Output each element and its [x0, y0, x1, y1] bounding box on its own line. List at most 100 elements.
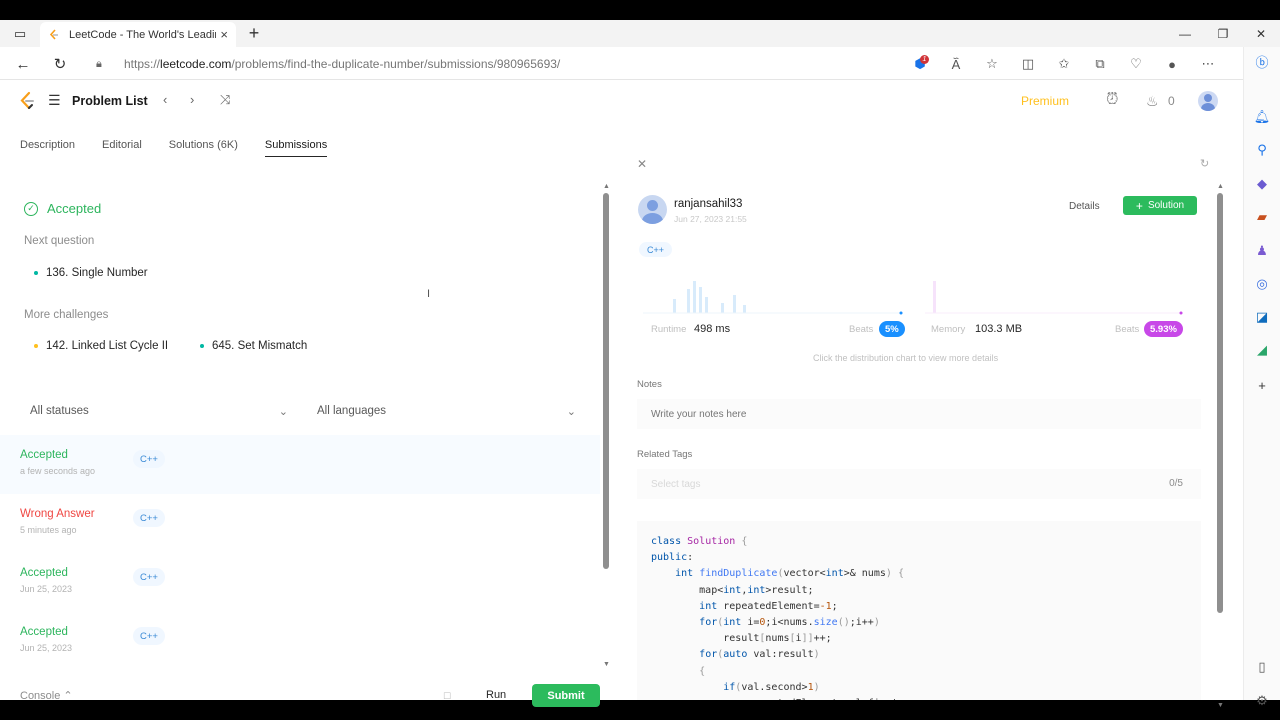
tools-icon[interactable]: ▰ [1252, 207, 1272, 227]
refresh-icon[interactable]: ↻ [49, 53, 71, 75]
memory-beats-badge: 5.93% [1144, 321, 1183, 337]
memory-value: 103.3 MB [975, 323, 1023, 335]
window-controls: — ❐ ✕ [1166, 20, 1280, 47]
details-link[interactable]: Details [1069, 201, 1100, 212]
difficulty-dot [200, 344, 204, 348]
premium-link[interactable]: Premium [1021, 94, 1069, 108]
result-status-label: Accepted [47, 201, 102, 216]
tab-editorial[interactable]: Editorial [102, 121, 142, 157]
submission-time: Jun 25, 2023 [20, 584, 73, 594]
settings-icon[interactable]: ⚙ [1252, 691, 1272, 711]
submission-row[interactable]: Wrong Answer 5 minutes ago C++ [0, 494, 600, 553]
challenge-link[interactable]: 142. Linked List Cycle II [34, 340, 168, 352]
memory-beats-label: Beats [1115, 324, 1140, 335]
random-problem-icon[interactable]: ⤨ [220, 92, 230, 108]
solution-button[interactable]: + Solution [1123, 196, 1197, 215]
url-field[interactable]: 🔒︎ https://leetcode.com/problems/find-th… [96, 52, 886, 76]
lock-icon[interactable]: 🔒︎ [96, 58, 110, 71]
new-tab-icon[interactable]: + [244, 23, 264, 43]
status-filter[interactable]: All statuses ⌄ [30, 401, 288, 421]
next-question-link[interactable]: 136. Single Number [34, 267, 148, 279]
submit-button[interactable]: Submit [532, 684, 600, 707]
profile-icon[interactable]: ● [1154, 53, 1190, 75]
scroll-down-icon[interactable]: ▼ [603, 661, 610, 668]
restore-icon[interactable]: ❐ [1204, 20, 1242, 47]
drop-icon[interactable]: ◢ [1252, 340, 1272, 360]
screen: ▭ LeetCode - The World's Leading × + — ❐… [0, 0, 1280, 720]
back-icon[interactable]: ← [12, 53, 34, 75]
related-tags-label: Related Tags [637, 449, 693, 460]
edge-sidebar: ⓑ 🔔︎ ⚲ ◆ ▰ ♟ ◎ ◪ ◢ + ▯ ⚙ [1243, 47, 1280, 708]
problem-list-menu-icon[interactable]: ☰ [48, 92, 61, 109]
lc-header: ☰ Problem List ‹ › ⤨ Premium ⏰︎ ♨ 0 [0, 81, 1243, 121]
split-screen-icon[interactable]: ◫ [1010, 53, 1046, 75]
tab-solutions[interactable]: Solutions (6K) [169, 121, 238, 157]
close-window-icon[interactable]: ✕ [1242, 20, 1280, 47]
notes-input[interactable] [637, 399, 1201, 429]
submission-row[interactable]: Accepted Jun 25, 2023 C++ [0, 612, 600, 671]
challenge-link[interactable]: 645. Set Mismatch [200, 340, 307, 352]
copilot-icon[interactable]: ⓑ [1252, 51, 1272, 71]
next-question-title: 136. Single Number [46, 267, 148, 279]
submission-row[interactable]: Accepted a few seconds ago C++ [0, 435, 600, 494]
submission-status: Wrong Answer [20, 508, 95, 520]
refresh-panel-icon[interactable]: ↻ [1200, 157, 1209, 170]
games-icon[interactable]: ♟ [1252, 241, 1272, 261]
runtime-dist-bar [705, 297, 708, 313]
browser-toolbar: ⬢ 1 A᷈ ☆ ◫ ✩ ⧉ ♡ ● ⋯ [902, 53, 1226, 75]
microsoft365-icon[interactable]: ◎ [1252, 274, 1272, 294]
scroll-up-icon[interactable]: ▲ [603, 183, 610, 190]
chevron-down-icon: ⌄ [566, 405, 576, 418]
tab-close-icon[interactable]: × [220, 27, 228, 42]
more-challenges-label: More challenges [24, 309, 109, 321]
more-menu-icon[interactable]: ⋯ [1190, 53, 1226, 75]
browser-essentials-icon[interactable]: ♡ [1118, 53, 1154, 75]
leetcode-logo-icon[interactable] [18, 91, 36, 111]
cloud-save-icon[interactable]: ☐ [443, 691, 451, 702]
chart-hint: Click the distribution chart to view mor… [813, 353, 999, 363]
submitter-avatar[interactable] [638, 195, 667, 224]
sidebar-toggle-icon[interactable]: ▯ [1252, 657, 1272, 677]
run-button[interactable]: Run [486, 689, 506, 701]
browser-tab[interactable]: LeetCode - The World's Leading × [40, 22, 236, 47]
tab-description[interactable]: Description [20, 121, 75, 157]
minimize-icon[interactable]: — [1166, 20, 1204, 47]
notes-label: Notes [637, 379, 662, 390]
tab-submissions[interactable]: Submissions [264, 121, 328, 157]
scroll-up-icon[interactable]: ▲ [1217, 183, 1224, 190]
add-sidebar-icon[interactable]: + [1252, 375, 1272, 395]
search-icon[interactable]: ⚲ [1252, 140, 1272, 160]
extension-icon[interactable]: ⬢ 1 [902, 53, 938, 75]
favorite-star-icon[interactable]: ☆ [974, 53, 1010, 75]
submission-language: C++ [133, 568, 165, 586]
tab-actions-icon[interactable]: ▭ [10, 24, 30, 44]
close-icon[interactable]: ✕ [637, 157, 647, 171]
streak-fire-icon[interactable]: ♨ [1146, 93, 1159, 110]
collections-icon[interactable]: ⧉ [1082, 53, 1118, 75]
prev-problem-icon[interactable]: ‹ [163, 92, 167, 107]
submission-date: Jun 27, 2023 21:55 [674, 214, 747, 224]
user-avatar[interactable] [1198, 91, 1218, 111]
chevron-down-icon: ⌄ [278, 405, 288, 418]
shopping-icon[interactable]: ◆ [1252, 174, 1272, 194]
console-toggle[interactable]: Console ⌃ [20, 689, 73, 702]
left-scrollbar[interactable] [603, 193, 609, 569]
tags-select[interactable]: Select tags 0/5 [637, 469, 1201, 499]
next-problem-icon[interactable]: › [190, 92, 194, 107]
submission-row[interactable]: Accepted Jun 25, 2023 C++ [0, 553, 600, 612]
challenge-title: 645. Set Mismatch [212, 340, 308, 352]
distribution-chart[interactable] [643, 269, 1203, 319]
favorites-icon[interactable]: ✩ [1046, 53, 1082, 75]
alarm-clock-icon[interactable]: ⏰︎ [1106, 91, 1118, 109]
scroll-down-icon[interactable]: ▼ [1217, 702, 1224, 709]
submitter-name[interactable]: ranjansahil33 [674, 198, 742, 210]
language-filter[interactable]: All languages ⌄ [317, 401, 576, 421]
right-scrollbar[interactable] [1217, 193, 1223, 613]
read-aloud-icon[interactable]: A᷈ [938, 53, 974, 75]
bell-icon[interactable]: 🔔︎ [1252, 107, 1272, 127]
runtime-dist-bar [673, 299, 676, 313]
problem-list-link[interactable]: Problem List [72, 94, 148, 108]
code-viewer[interactable]: class Solution { public: int findDuplica… [637, 521, 1201, 700]
outlook-icon[interactable]: ◪ [1252, 307, 1272, 327]
tab-bar: ▭ LeetCode - The World's Leading × + — ❐… [0, 20, 1280, 47]
